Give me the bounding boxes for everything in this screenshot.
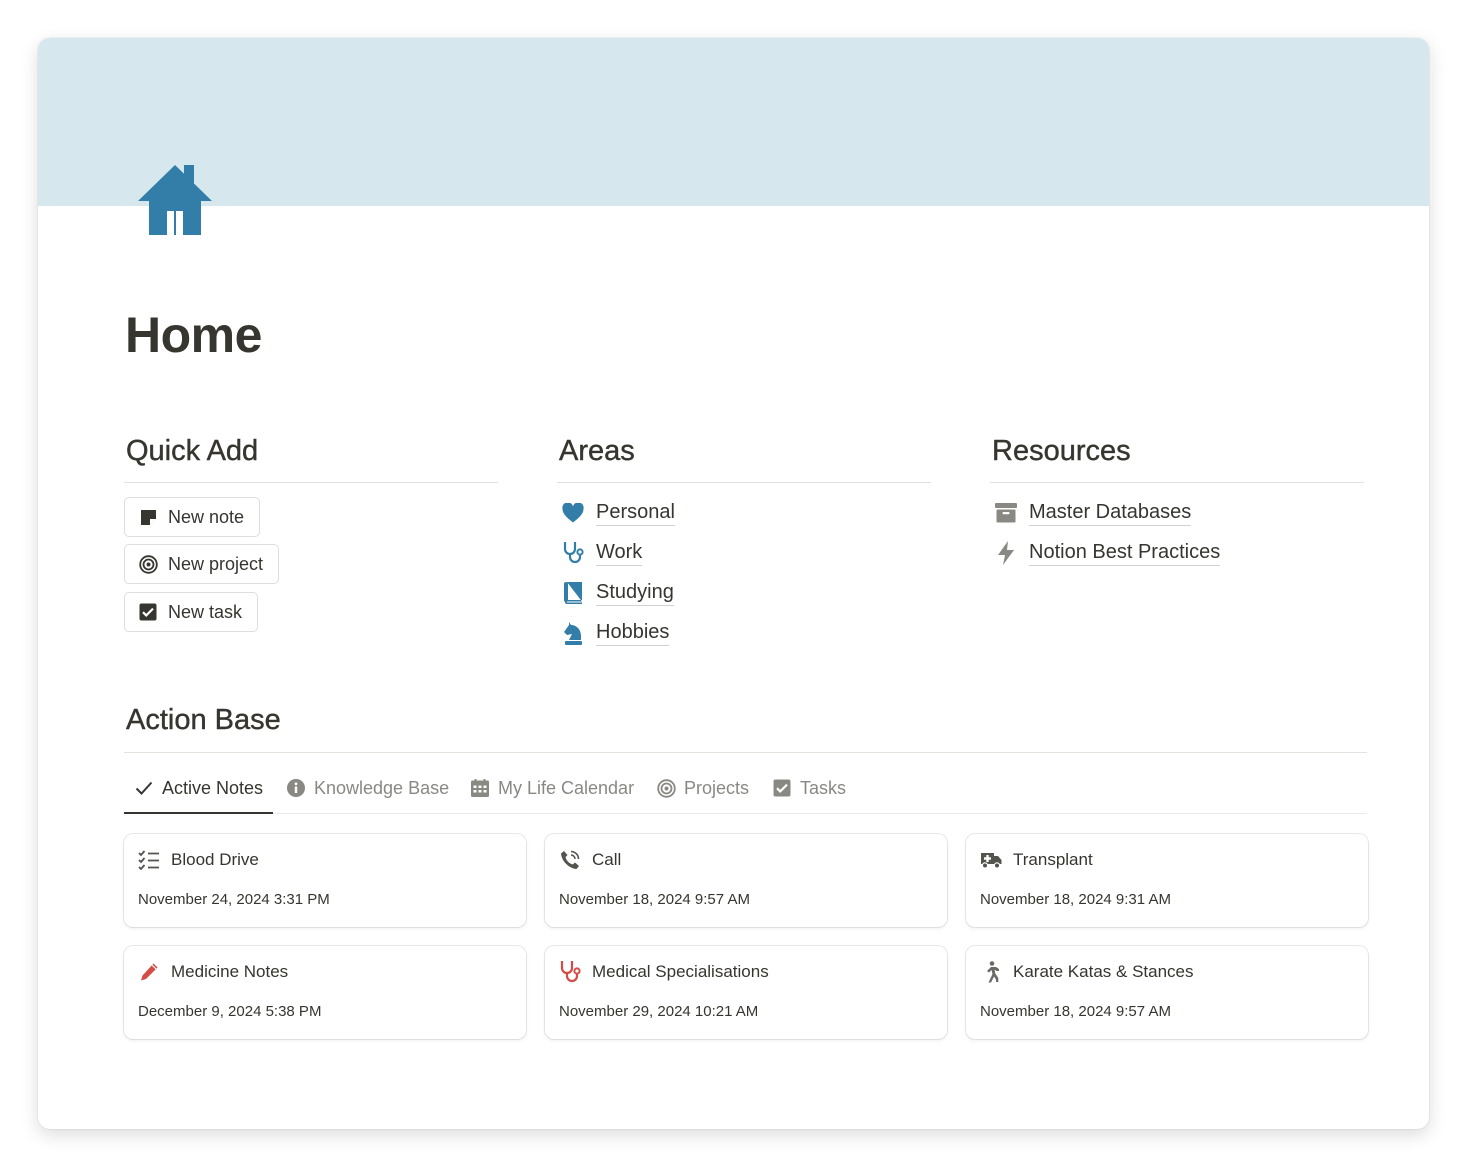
info-icon [286,778,306,798]
area-label: Hobbies [596,620,670,646]
view-tabs: Active Notes Knowledge Base My Life Cale… [124,753,1367,814]
tab-label: Knowledge Base [314,778,450,798]
tab-label: Active Notes [162,778,264,798]
new-task-label: New task [168,601,243,622]
tab-tasks[interactable]: Tasks [772,773,846,814]
new-project-button[interactable]: New project [124,544,280,584]
checkbox-icon [138,602,158,622]
tab-active-notes[interactable]: Active Notes [124,773,274,814]
new-note-button[interactable]: New note [124,497,261,537]
action-base-section: Action Base Active Notes Knowledge Base … [124,703,1368,1039]
area-link-hobbies[interactable]: Hobbies [561,618,670,648]
tab-projects[interactable]: Projects [656,773,749,814]
card-title: Medicine Notes [138,961,288,983]
heart-icon [561,501,585,525]
tab-knowledge-base[interactable]: Knowledge Base [286,773,449,814]
ambulance-icon [980,849,1002,871]
quick-add-section: Quick Add New note New project New task [124,434,498,632]
area-label: Work [596,540,643,566]
resource-label: Master Databases [1029,500,1192,526]
resource-link-master-databases[interactable]: Master Databases [994,498,1192,528]
page-window: Home Quick Add New note New project New … [38,38,1429,1129]
area-link-studying[interactable]: Studying [561,578,674,608]
target-icon [138,554,158,574]
house-icon[interactable] [138,163,212,237]
resource-label: Notion Best Practices [1029,540,1221,566]
card-date: November 18, 2024 9:57 AM [980,1003,1171,1020]
checklist-icon [138,849,160,871]
new-project-label: New project [168,553,264,574]
card-title-text: Medicine Notes [171,962,289,981]
action-base-heading: Action Base [124,703,1367,753]
tab-label: Projects [684,778,750,798]
note-card-transplant[interactable]: Transplant November 18, 2024 9:31 AM [966,834,1368,927]
card-title-text: Call [592,850,622,869]
checkbox-icon [772,778,792,798]
book-icon [561,581,585,605]
note-card-medicine-notes[interactable]: Medicine Notes December 9, 2024 5:38 PM [124,946,526,1039]
target-icon [656,778,676,798]
check-icon [134,778,154,798]
phone-icon [559,849,581,871]
areas-heading: Areas [557,434,931,483]
page-cover[interactable] [38,38,1429,206]
stethoscope-icon [561,541,585,565]
card-title: Blood Drive [138,849,259,871]
calendar-icon [470,778,490,798]
area-link-personal[interactable]: Personal [561,498,675,528]
note-card-medical-specialisations[interactable]: Medical Specialisations November 29, 202… [545,946,947,1039]
resources-heading: Resources [990,434,1364,483]
card-date: November 29, 2024 10:21 AM [559,1003,759,1020]
card-title-text: Karate Katas & Stances [1013,962,1194,981]
archive-icon [994,501,1018,525]
walking-person-icon [980,961,1002,983]
tab-my-life-calendar[interactable]: My Life Calendar [470,773,634,814]
areas-section: Areas Personal Work Studying Hobbies [557,434,931,646]
note-card-karate-katas[interactable]: Karate Katas & Stances November 18, 2024… [966,946,1368,1039]
pencil-icon [138,961,160,983]
tab-label: Tasks [800,778,847,798]
card-title: Karate Katas & Stances [980,961,1194,983]
card-title: Medical Specialisations [559,961,769,983]
resources-section: Resources Master Databases Notion Best P… [990,434,1364,566]
chess-knight-icon [561,621,585,645]
stethoscope-icon [559,961,581,983]
card-title: Call [559,849,621,871]
card-title-text: Transplant [1013,850,1093,869]
resource-link-notion-best-practices[interactable]: Notion Best Practices [994,538,1221,568]
card-title: Transplant [980,849,1093,871]
note-icon [138,507,158,527]
card-date: November 24, 2024 3:31 PM [138,891,330,908]
card-title-text: Medical Specialisations [592,962,769,981]
note-card-blood-drive[interactable]: Blood Drive November 24, 2024 3:31 PM [124,834,526,927]
note-card-call[interactable]: Call November 18, 2024 9:57 AM [545,834,947,927]
page-title: Home [125,307,262,363]
card-title-text: Blood Drive [171,850,259,869]
new-task-button[interactable]: New task [124,592,259,632]
card-date: December 9, 2024 5:38 PM [138,1003,322,1020]
card-date: November 18, 2024 9:57 AM [559,891,750,908]
lightning-icon [994,541,1018,565]
card-date: November 18, 2024 9:31 AM [980,891,1171,908]
new-note-label: New note [168,506,245,527]
area-label: Studying [596,580,674,606]
quick-add-heading: Quick Add [124,434,498,483]
tab-label: My Life Calendar [498,778,635,798]
area-link-work[interactable]: Work [561,538,643,568]
area-label: Personal [596,500,675,526]
